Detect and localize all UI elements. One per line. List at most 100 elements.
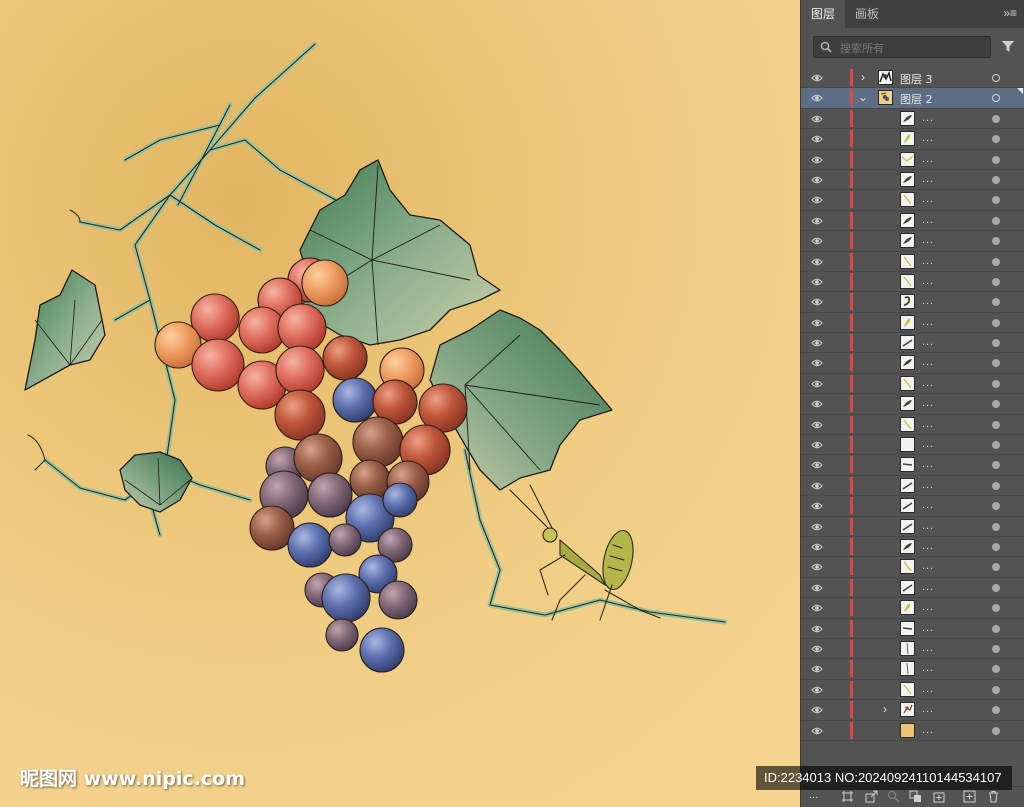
- layer-name[interactable]: ...: [922, 397, 934, 409]
- sublayer-row[interactable]: ...: [801, 598, 1024, 619]
- sublayer-row[interactable]: ...: [801, 231, 1024, 252]
- layer-name[interactable]: ...: [922, 377, 934, 389]
- target-icon[interactable]: [992, 114, 1000, 123]
- target-icon[interactable]: [992, 339, 1000, 348]
- visibility-toggle[interactable]: [811, 194, 823, 208]
- target-icon[interactable]: [992, 318, 1000, 327]
- layer-name[interactable]: ...: [922, 581, 934, 593]
- export-icon[interactable]: [865, 790, 878, 803]
- eye-icon[interactable]: [811, 236, 823, 246]
- eye-icon[interactable]: [811, 195, 823, 205]
- target-icon[interactable]: [992, 94, 1000, 103]
- eye-icon[interactable]: [811, 685, 823, 695]
- sublayer-row[interactable]: ...: [801, 557, 1024, 578]
- visibility-toggle[interactable]: [811, 317, 823, 331]
- layer-name[interactable]: ...: [922, 642, 934, 654]
- sublayer-row[interactable]: ...: [801, 313, 1024, 334]
- layer-name[interactable]: ...: [922, 540, 934, 552]
- visibility-toggle[interactable]: [811, 623, 823, 637]
- layer-name[interactable]: ...: [922, 112, 934, 124]
- sublayer-row[interactable]: ...: [801, 415, 1024, 436]
- sublayer-row[interactable]: ...: [801, 150, 1024, 170]
- visibility-toggle[interactable]: [811, 561, 823, 575]
- target-icon[interactable]: [992, 502, 1000, 511]
- visibility-toggle[interactable]: [811, 398, 823, 412]
- sublayer-row[interactable]: ...: [801, 476, 1024, 497]
- visibility-toggle[interactable]: [811, 276, 823, 290]
- eye-icon[interactable]: [811, 318, 823, 328]
- artboard-icon[interactable]: [841, 790, 854, 803]
- eye-icon[interactable]: [811, 583, 823, 593]
- eye-icon[interactable]: [811, 603, 823, 613]
- layer-name[interactable]: ...: [922, 255, 934, 267]
- delete-icon[interactable]: [987, 790, 1000, 803]
- eye-icon[interactable]: [811, 93, 823, 103]
- search-box[interactable]: [813, 36, 991, 58]
- target-icon[interactable]: [992, 685, 1000, 694]
- sublayer-row[interactable]: ...: [801, 252, 1024, 272]
- eye-icon[interactable]: [811, 155, 823, 165]
- layer-name[interactable]: ...: [922, 520, 934, 532]
- target-icon[interactable]: [992, 542, 1000, 551]
- layer-name[interactable]: ...: [922, 234, 934, 246]
- target-icon[interactable]: [992, 257, 1000, 266]
- visibility-toggle[interactable]: [811, 439, 823, 453]
- eye-icon[interactable]: [811, 379, 823, 389]
- eye-icon[interactable]: [811, 664, 823, 674]
- search-input[interactable]: [838, 38, 990, 58]
- target-icon[interactable]: [992, 196, 1000, 205]
- target-icon[interactable]: [992, 359, 1000, 368]
- target-icon[interactable]: [992, 379, 1000, 388]
- sublayer-row[interactable]: ...: [801, 455, 1024, 476]
- visibility-toggle[interactable]: [811, 235, 823, 249]
- chevron-right-icon[interactable]: ›: [857, 70, 869, 84]
- eye-icon[interactable]: [811, 277, 823, 287]
- panel-menu-button[interactable]: »≡: [1003, 6, 1017, 20]
- layer-row[interactable]: ⌄ 图层 2: [801, 88, 1024, 109]
- sublayer-row[interactable]: ...: [801, 211, 1024, 232]
- target-icon[interactable]: [992, 604, 1000, 613]
- sublayer-row[interactable]: ...: [801, 394, 1024, 415]
- target-icon[interactable]: [992, 522, 1000, 531]
- sublayer-row[interactable]: ...: [801, 272, 1024, 293]
- eye-icon[interactable]: [811, 644, 823, 654]
- layer-name[interactable]: ...: [922, 724, 934, 736]
- eye-icon[interactable]: [811, 358, 823, 368]
- clipping-mask-icon[interactable]: [909, 790, 922, 803]
- target-icon[interactable]: [992, 298, 1000, 307]
- sublayer-row[interactable]: ...: [801, 578, 1024, 599]
- layer-row[interactable]: › 图层 3: [801, 68, 1024, 89]
- target-icon[interactable]: [992, 644, 1000, 653]
- visibility-toggle[interactable]: [811, 480, 823, 494]
- target-icon[interactable]: [992, 481, 1000, 490]
- sublayer-row[interactable]: ...: [801, 680, 1024, 701]
- eye-icon[interactable]: [811, 399, 823, 409]
- visibility-toggle[interactable]: [811, 663, 823, 677]
- sublayer-row[interactable]: ...: [801, 353, 1024, 374]
- chevron-right-icon[interactable]: ›: [879, 702, 891, 716]
- sublayer-row[interactable]: ...: [801, 435, 1024, 456]
- artboard-canvas[interactable]: [0, 0, 800, 807]
- target-icon[interactable]: [992, 665, 1000, 674]
- layer-name[interactable]: ...: [922, 356, 934, 368]
- eye-icon[interactable]: [811, 501, 823, 511]
- visibility-toggle[interactable]: [811, 521, 823, 535]
- target-icon[interactable]: [992, 563, 1000, 572]
- sublayer-row[interactable]: ...: [801, 292, 1024, 313]
- tab-layers[interactable]: 图层: [801, 0, 846, 28]
- eye-icon[interactable]: [811, 257, 823, 267]
- target-icon[interactable]: [992, 726, 1000, 735]
- eye-icon[interactable]: [811, 440, 823, 450]
- sublayer-row[interactable]: ...: [801, 129, 1024, 150]
- eye-icon[interactable]: [811, 297, 823, 307]
- target-icon[interactable]: [992, 420, 1000, 429]
- target-icon[interactable]: [992, 706, 1000, 715]
- sublayer-row[interactable]: ...: [801, 333, 1024, 354]
- chevron-down-icon[interactable]: ⌄: [857, 90, 869, 104]
- layer-name[interactable]: ...: [922, 132, 934, 144]
- sublayer-row[interactable]: ...: [801, 109, 1024, 130]
- visibility-toggle[interactable]: [811, 643, 823, 657]
- visibility-toggle[interactable]: [811, 378, 823, 392]
- sublayer-row[interactable]: ...: [801, 190, 1024, 211]
- layer-name[interactable]: ...: [922, 153, 934, 165]
